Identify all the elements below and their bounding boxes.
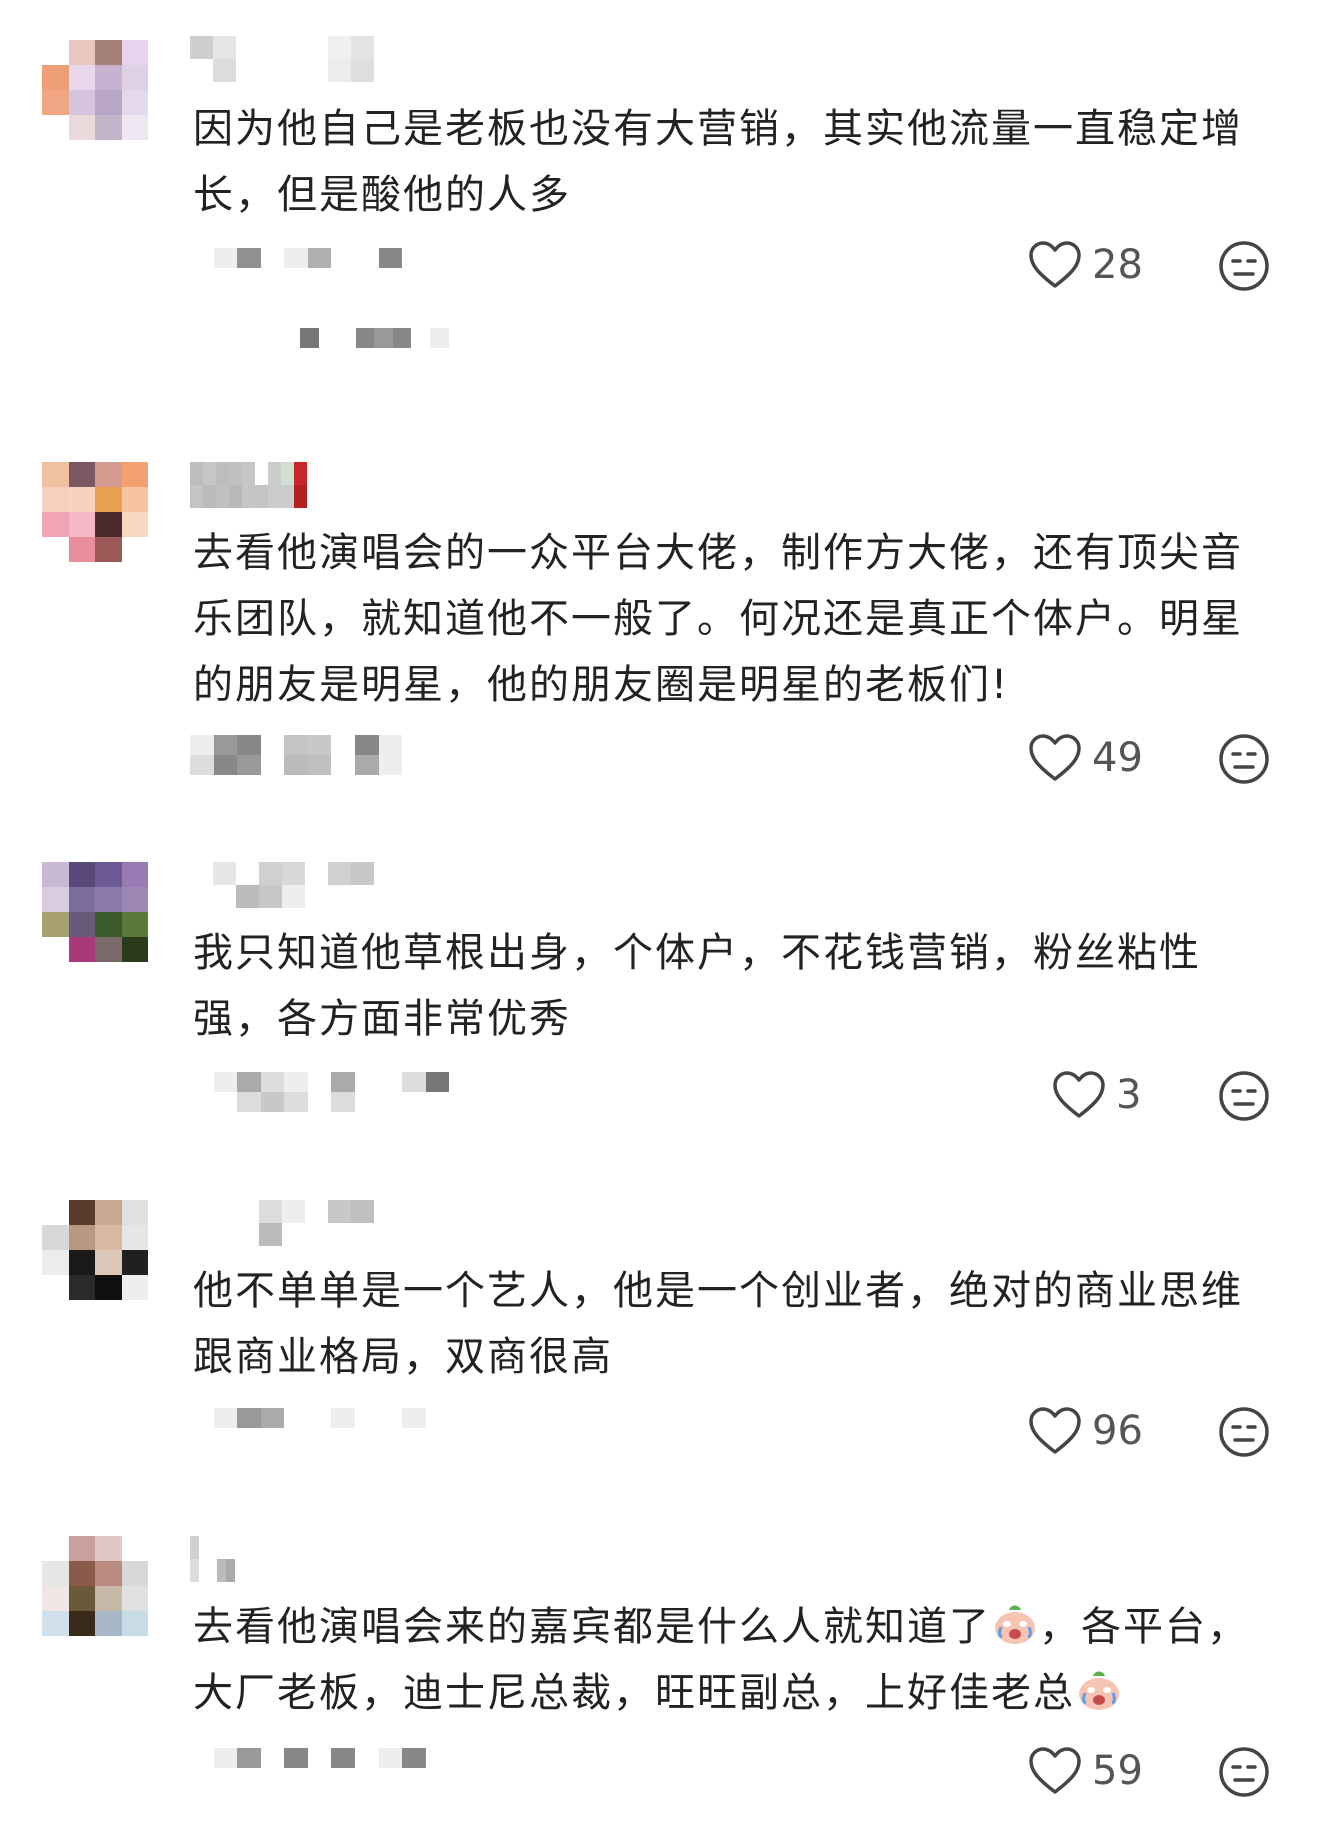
- dislike-icon[interactable]: [1218, 733, 1270, 785]
- avatar[interactable]: [42, 862, 148, 962]
- comment-meta: [190, 248, 520, 288]
- like-count: 59: [1092, 1748, 1143, 1794]
- avatar[interactable]: [42, 1200, 148, 1300]
- like-button[interactable]: 96: [1028, 1406, 1143, 1456]
- avatar[interactable]: [42, 462, 148, 562]
- username[interactable]: [190, 1200, 420, 1246]
- heart-icon: [1029, 241, 1081, 288]
- heart-icon: [1053, 1071, 1105, 1118]
- comment-text: 去看他演唱会来的嘉宾都是什么人就知道了 ，各平台，大厂老板，迪士尼总裁，旺旺副总，…: [193, 1594, 1253, 1726]
- username[interactable]: [190, 462, 320, 508]
- like-button[interactable]: 28: [1028, 240, 1143, 290]
- heart-icon: [1029, 1747, 1081, 1794]
- comment-meta: [190, 1072, 520, 1112]
- like-count: 49: [1092, 735, 1143, 781]
- crying-emoji-icon: [1079, 1671, 1119, 1710]
- crying-emoji-icon: [995, 1605, 1035, 1644]
- comment-text-part: 去看他演唱会来的嘉宾都是什么人就知道了: [193, 1604, 991, 1650]
- comment-meta: [190, 1408, 520, 1448]
- like-count: 28: [1092, 242, 1143, 288]
- comment-text: 他不单单是一个艺人，他是一个创业者，绝对的商业思维跟商业格局，双商很高: [193, 1268, 1243, 1380]
- like-count: 96: [1092, 1408, 1143, 1454]
- username[interactable]: [190, 862, 420, 908]
- reply-meta[interactable]: [300, 328, 560, 368]
- comment-text: 我只知道他草根出身，个体户，不花钱营销，粉丝粘性强，各方面非常优秀: [193, 930, 1201, 1042]
- dislike-icon[interactable]: [1218, 1746, 1270, 1798]
- comment-text: 因为他自己是老板也没有大营销，其实他流量一直稳定增长，但是酸他的人多: [193, 106, 1243, 218]
- comment-text: 去看他演唱会的一众平台大佬，制作方大佬，还有顶尖音乐团队，就知道他不一般了。何况…: [193, 530, 1243, 708]
- dislike-icon[interactable]: [1218, 1070, 1270, 1122]
- comment-meta: [190, 735, 520, 775]
- like-button[interactable]: 3: [1052, 1070, 1141, 1120]
- heart-icon: [1029, 1407, 1081, 1454]
- username[interactable]: [190, 36, 420, 82]
- avatar[interactable]: [42, 40, 148, 140]
- like-button[interactable]: 59: [1028, 1746, 1143, 1796]
- like-count: 3: [1116, 1072, 1142, 1118]
- dislike-icon[interactable]: [1218, 1406, 1270, 1458]
- heart-icon: [1029, 734, 1081, 781]
- like-button[interactable]: 49: [1028, 733, 1143, 783]
- avatar[interactable]: [42, 1536, 148, 1636]
- username[interactable]: [190, 1536, 280, 1582]
- comment-meta: [190, 1748, 520, 1788]
- dislike-icon[interactable]: [1218, 240, 1270, 292]
